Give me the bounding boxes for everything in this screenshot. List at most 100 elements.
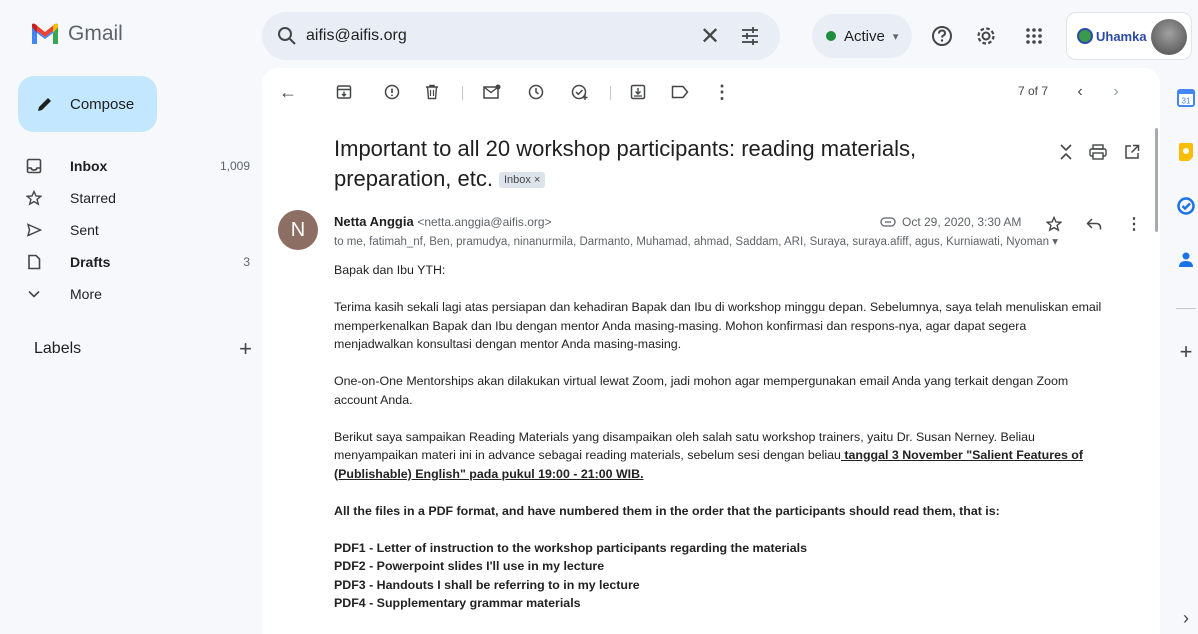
older-chevron-icon[interactable]: › (1104, 80, 1128, 104)
active-status-dot (826, 31, 836, 41)
message-view: ← ⋮ 7 of 7 ‹ › Important to all 20 works… (262, 68, 1160, 634)
status-selector[interactable]: Active ▾ (812, 14, 913, 58)
calendar-icon[interactable]: 31 (1174, 86, 1198, 110)
pdf-list-item: PDF4 - Supplementary grammar materials (334, 594, 1144, 613)
pdf-item-text: PDF1 - Letter of instruction to the work… (334, 540, 807, 555)
sidebar-item-more[interactable]: More (18, 278, 258, 310)
newer-chevron-icon[interactable]: ‹ (1068, 80, 1092, 104)
app-name: Gmail (68, 22, 123, 45)
session-date-highlight: tanggal 3 November "Salient Features of (840, 448, 1083, 462)
archive-icon[interactable] (332, 80, 356, 104)
body-line: menyampaikan materi ini in advance sebag… (334, 446, 1144, 465)
report-spam-icon[interactable] (380, 80, 404, 104)
pdf-list-item: PDF3 - Handouts I shall be referring to … (334, 576, 1144, 595)
apps-grid-icon[interactable] (1020, 22, 1048, 50)
labels-section: Labels + (34, 336, 252, 362)
email-subject: Important to all 20 workshop participant… (334, 134, 974, 194)
body-line: One-on-One Mentorships akan dilakukan vi… (334, 374, 1069, 388)
pdf-item-text: PDF3 - Handouts I shall be referring to … (334, 577, 640, 592)
sender-name[interactable]: Netta Anggia (334, 214, 414, 229)
body-line: memperkenalkan Bapak dan Ibu dengan ment… (334, 318, 1027, 333)
account-switcher[interactable]: Uhamka (1066, 12, 1192, 60)
send-icon (24, 222, 44, 238)
show-side-panel-chevron-icon[interactable]: › (1174, 606, 1198, 630)
org-seal-icon (1077, 28, 1093, 44)
account-avatar[interactable] (1151, 19, 1187, 55)
clear-search-icon[interactable]: ✕ (692, 18, 728, 54)
settings-gear-icon[interactable] (972, 22, 1000, 50)
compose-label: Compose (70, 95, 135, 113)
search-options-icon[interactable] (732, 18, 768, 54)
inbox-label-chip[interactable]: Inbox × (498, 172, 546, 189)
delete-icon[interactable] (420, 80, 444, 104)
gmail-logo[interactable]: Gmail (30, 22, 123, 46)
reply-icon[interactable] (1082, 212, 1106, 236)
keep-icon[interactable] (1174, 140, 1198, 164)
sidebar-item-label: Drafts (70, 254, 111, 270)
attachment-icon (880, 217, 896, 227)
subject-text: preparation, etc. (334, 166, 493, 191)
pencil-icon (38, 98, 51, 111)
sidebar-item-label: Starred (70, 190, 116, 206)
draft-icon (24, 254, 44, 270)
unread-count: 1,009 (219, 159, 250, 173)
more-vert-icon[interactable]: ⋮ (1122, 212, 1146, 236)
labels-heading: Labels (34, 340, 82, 357)
label-tag-icon[interactable] (668, 80, 692, 104)
back-arrow-icon[interactable]: ← (276, 80, 300, 104)
tasks-icon[interactable] (1174, 194, 1198, 218)
search-icon[interactable] (276, 25, 298, 47)
chevron-down-icon (24, 290, 44, 298)
sidebar-item-inbox[interactable]: Inbox 1,009 (18, 150, 258, 182)
more-vert-icon[interactable]: ⋮ (710, 80, 734, 104)
body-line: Berikut saya sampaikan Reading Materials… (334, 429, 1035, 444)
snooze-clock-icon[interactable] (524, 80, 548, 104)
mark-unread-icon[interactable] (480, 80, 504, 104)
pdf-list-item: PDF2 - Powerpoint slides I'll use in my … (334, 557, 1144, 576)
recipients-line[interactable]: to me, fatimah_nf, Ben, pramudya, ninanu… (334, 234, 1058, 248)
add-label-icon[interactable]: + (239, 336, 252, 362)
body-line: account Anda. (334, 392, 413, 407)
collapse-all-icon[interactable] (1054, 140, 1078, 164)
sidebar-item-sent[interactable]: Sent (18, 214, 258, 246)
sender-email: <netta.anggia@aifis.org> (417, 215, 552, 229)
search-input[interactable]: aifis@aifis.org (306, 27, 692, 45)
scrollbar-thumb[interactable] (1155, 128, 1158, 232)
sidebar-item-drafts[interactable]: Drafts 3 (18, 246, 258, 278)
compose-button[interactable]: Compose (18, 76, 157, 132)
search-bar[interactable]: aifis@aifis.org ✕ (262, 12, 780, 60)
pagination-text: 7 of 7 (1017, 84, 1048, 98)
files-note: All the files in a PDF format, and have … (334, 503, 1000, 518)
message-toolbar: ← ⋮ 7 of 7 ‹ › (262, 76, 1160, 108)
toolbar-divider (462, 86, 463, 100)
sidebar-item-label: Inbox (70, 158, 108, 174)
move-to-icon[interactable] (626, 80, 650, 104)
sidebar-item-starred[interactable]: Starred (18, 182, 258, 214)
body-line: All the files in a PDF format, and have … (334, 502, 1144, 521)
org-logo-text: Uhamka (1096, 28, 1147, 44)
print-icon[interactable] (1086, 140, 1110, 164)
open-new-window-icon[interactable] (1120, 140, 1144, 164)
star-icon (24, 190, 44, 206)
toolbar-divider (610, 86, 611, 100)
sidebar-nav: Inbox 1,009 Starred Sent Drafts 3 More (18, 150, 258, 310)
add-task-icon[interactable] (568, 80, 592, 104)
sidebar-item-label: Sent (70, 222, 99, 238)
subject-line-2: preparation, etc. Inbox × (334, 164, 974, 194)
chevron-down-icon: ▾ (892, 30, 899, 43)
recipients-dropdown-icon[interactable]: ▾ (1052, 236, 1058, 248)
body-line: (Publishable) English" pada pukul 19:00 … (334, 465, 1144, 484)
sender-info: Netta Anggia <netta.anggia@aifis.org> (334, 214, 552, 229)
greeting: Bapak dan Ibu YTH: (334, 263, 446, 277)
sidebar-item-label: More (70, 286, 102, 302)
email-body: Bapak dan Ibu YTH: Terima kasih sekali l… (334, 261, 1144, 613)
sender-avatar[interactable]: N (278, 210, 318, 250)
star-message-icon[interactable] (1042, 212, 1066, 236)
contacts-icon[interactable] (1174, 248, 1198, 272)
help-icon[interactable] (928, 22, 956, 50)
remove-label-icon[interactable]: × (534, 174, 540, 186)
draft-count: 3 (243, 255, 250, 269)
get-addons-plus-icon[interactable]: + (1174, 339, 1198, 364)
pdf-list-item: PDF1 - Letter of instruction to the work… (334, 539, 1144, 558)
pdf-item-text: PDF4 - Supplementary grammar materials (334, 596, 581, 610)
